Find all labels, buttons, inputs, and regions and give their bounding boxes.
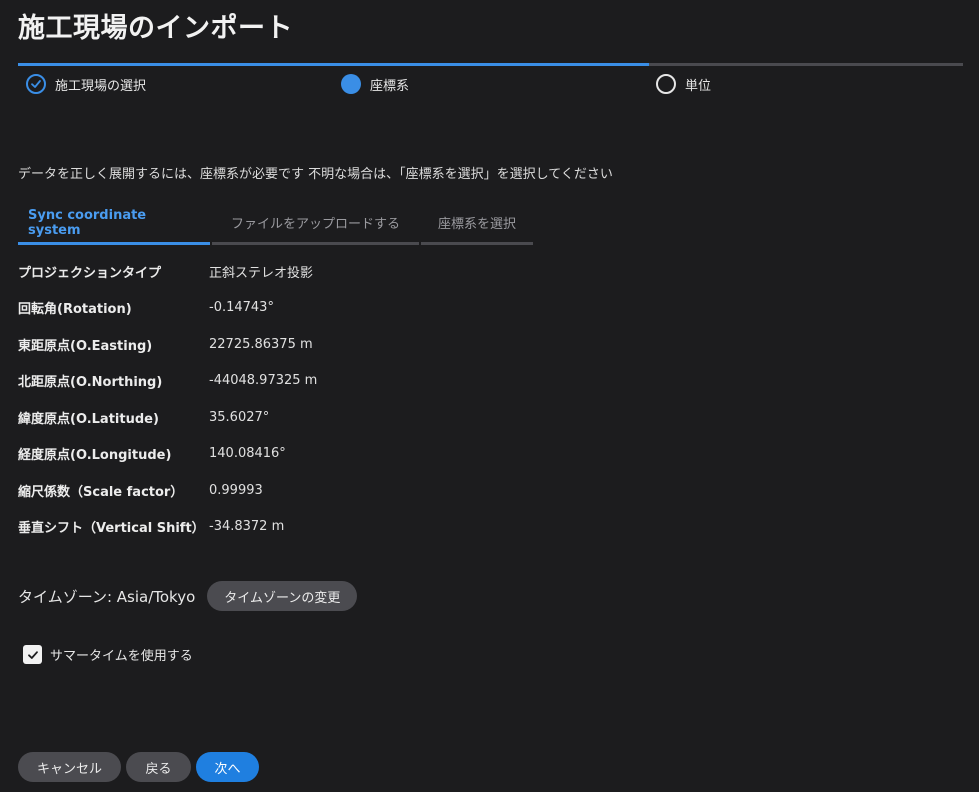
step-units: 単位 xyxy=(656,74,711,94)
property-label: 東距原点(O.Easting) xyxy=(18,338,153,354)
property-label: 緯度原点(O.Latitude) xyxy=(18,411,159,427)
stepper-progress-fill xyxy=(18,63,649,66)
property-value: 正斜ステレオ投影 xyxy=(209,265,314,281)
property-label: 経度原点(O.Longitude) xyxy=(18,448,172,464)
step-coordinate-system: 座標系 xyxy=(341,74,409,94)
property-value: -44048.97325 m xyxy=(209,373,318,389)
step-label: 単位 xyxy=(685,78,712,94)
property-value: 22725.86375 m xyxy=(209,336,313,352)
coordinate-source-tabs: Sync coordinate system ファイルをアップロードする 座標系… xyxy=(18,203,535,245)
instruction-text: データを正しく展開するには、座標系が必要です 不明な場合は、「座標系を選択」を選… xyxy=(18,167,613,182)
pending-step-circle-icon xyxy=(656,74,676,94)
step-label: 施工現場の選択 xyxy=(55,78,147,94)
property-value: -0.14743° xyxy=(209,300,274,316)
property-row: 回転角(Rotation) -0.14743° xyxy=(18,290,317,327)
step-site-selection: 施工現場の選択 xyxy=(26,74,146,94)
timezone-label: タイムゾーン: Asia/Tokyo xyxy=(18,587,196,606)
checkmark-icon xyxy=(27,650,38,659)
property-value: 140.08416° xyxy=(209,446,286,462)
tab-upload-file[interactable]: ファイルをアップロードする xyxy=(212,203,419,245)
property-row: 北距原点(O.Northing) -44048.97325 m xyxy=(18,363,317,400)
next-button[interactable]: 次へ xyxy=(196,752,259,782)
daylight-saving-label: サマータイムを使用する xyxy=(50,649,193,664)
property-value: -34.8372 m xyxy=(209,519,285,535)
change-timezone-button[interactable]: タイムゾーンの変更 xyxy=(207,581,358,611)
tab-select-coordinate-system[interactable]: 座標系を選択 xyxy=(421,203,533,245)
property-row: 縮尺係数（Scale factor） 0.99993 xyxy=(18,472,317,509)
check-circle-icon xyxy=(26,74,46,94)
daylight-saving-row: サマータイムを使用する xyxy=(23,645,193,664)
property-label: 北距原点(O.Northing) xyxy=(18,375,163,391)
property-row: 垂直シフト（Vertical Shift） -34.8372 m xyxy=(18,509,317,546)
page-title: 施工現場のインポート xyxy=(18,13,293,44)
active-step-circle-icon xyxy=(341,74,361,94)
step-label: 座標系 xyxy=(370,78,410,94)
property-row: プロジェクションタイプ 正斜ステレオ投影 xyxy=(18,253,317,290)
cancel-button[interactable]: キャンセル xyxy=(18,752,121,782)
property-row: 緯度原点(O.Latitude) 35.6027° xyxy=(18,399,317,436)
tab-sync-coordinate-system[interactable]: Sync coordinate system xyxy=(18,203,210,245)
property-label: 垂直シフト（Vertical Shift） xyxy=(18,521,205,537)
timezone-row: タイムゾーン: Asia/Tokyo タイムゾーンの変更 xyxy=(18,581,358,611)
property-label: 縮尺係数（Scale factor） xyxy=(18,484,184,500)
stepper-progress-track xyxy=(18,63,963,66)
coordinate-properties: プロジェクションタイプ 正斜ステレオ投影 回転角(Rotation) -0.14… xyxy=(18,253,317,545)
property-label: プロジェクションタイプ xyxy=(18,265,162,281)
property-value: 0.99993 xyxy=(209,482,263,498)
property-row: 東距原点(O.Easting) 22725.86375 m xyxy=(18,326,317,363)
daylight-saving-checkbox[interactable] xyxy=(23,645,42,664)
footer-actions: キャンセル 戻る 次へ xyxy=(18,752,264,782)
property-value: 35.6027° xyxy=(209,409,270,425)
property-row: 経度原点(O.Longitude) 140.08416° xyxy=(18,436,317,473)
back-button[interactable]: 戻る xyxy=(126,752,191,782)
property-label: 回転角(Rotation) xyxy=(18,302,132,318)
